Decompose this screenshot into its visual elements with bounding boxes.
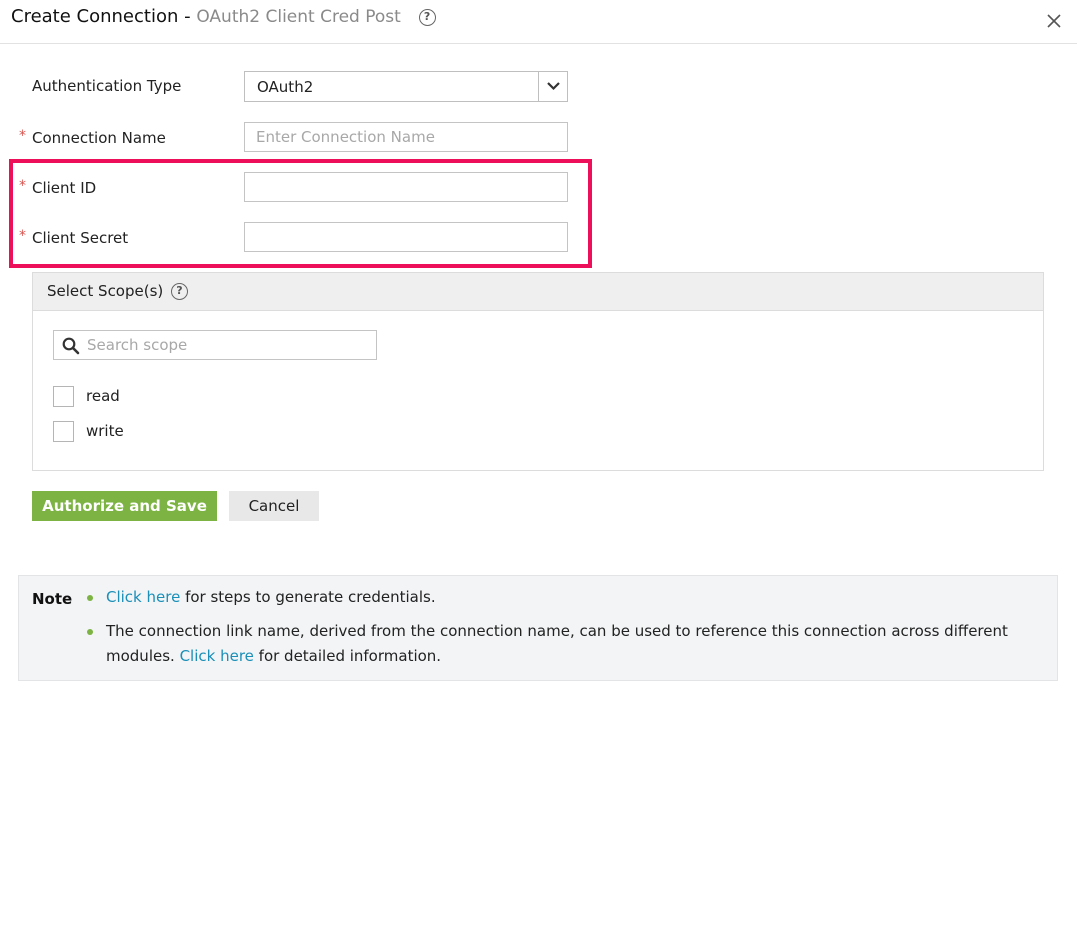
note-panel: Note Click here for steps to generate cr… [18, 575, 1058, 681]
note-text: for detailed information. [253, 647, 442, 665]
scope-label-write: write [86, 422, 124, 440]
click-here-link[interactable]: Click here [106, 588, 180, 606]
scope-search-input[interactable] [87, 331, 372, 359]
note-text: for steps to generate credentials. [180, 588, 436, 606]
search-icon [62, 337, 80, 355]
scope-search[interactable] [53, 330, 377, 360]
connection-name-label: Connection Name [32, 129, 166, 147]
click-here-link[interactable]: Click here [180, 647, 254, 665]
note-item: The connection link name, derived from t… [87, 619, 1026, 669]
scope-checkbox-read[interactable] [53, 386, 74, 407]
bullet-icon [87, 629, 93, 635]
auth-type-value: OAuth2 [257, 78, 314, 96]
required-marker: * [19, 128, 26, 144]
bullet-icon [87, 595, 93, 601]
note-item: Click here for steps to generate credent… [87, 585, 1026, 610]
close-icon[interactable] [1043, 10, 1065, 32]
title-subtitle: OAuth2 Client Cred Post [196, 7, 401, 27]
scope-checkbox-write[interactable] [53, 421, 74, 442]
help-icon[interactable]: ? [418, 9, 436, 26]
connection-name-input[interactable] [244, 122, 568, 152]
scope-label-read: read [86, 387, 120, 405]
highlight-box [9, 159, 592, 268]
chevron-down-icon[interactable] [538, 72, 567, 101]
auth-type-select[interactable]: OAuth2 [244, 71, 568, 102]
note-title: Note [32, 590, 73, 608]
authorize-save-button[interactable]: Authorize and Save [32, 491, 217, 521]
scope-header: Select Scope(s) ? [33, 273, 1043, 311]
title-main: Create Connection - [11, 6, 191, 27]
dialog-header: Create Connection - OAuth2 Client Cred P… [0, 0, 1077, 44]
cancel-button[interactable]: Cancel [229, 491, 319, 521]
scope-title: Select Scope(s) [47, 282, 164, 300]
auth-type-label: Authentication Type [32, 77, 182, 95]
help-icon[interactable]: ? [171, 283, 188, 300]
scope-panel: Select Scope(s) ? read write [32, 272, 1044, 471]
dialog-title: Create Connection - OAuth2 Client Cred P… [11, 6, 436, 27]
